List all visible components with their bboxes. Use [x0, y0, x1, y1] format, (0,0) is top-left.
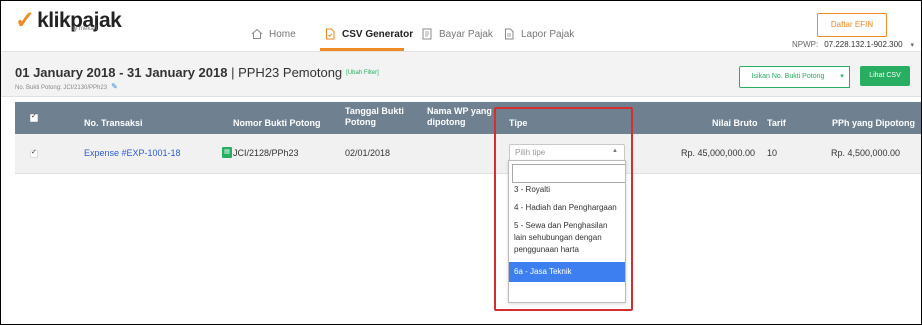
tipe-placeholder: Pilih tipe [515, 148, 546, 157]
page-title: 01 January 2018 - 31 January 2018 | PPH2… [15, 65, 379, 80]
report-header: 01 January 2018 - 31 January 2018 | PPH2… [1, 52, 921, 97]
option-partial[interactable] [509, 176, 625, 180]
nav-bayar-pajak[interactable]: Bayar Pajak [421, 28, 493, 40]
header-no-transaksi[interactable]: No. Transaksi [84, 118, 143, 129]
nav-bayar-pajak-label: Bayar Pajak [439, 28, 493, 40]
nilai-bruto-value: Rp. 45,000,000.00 [681, 148, 756, 158]
bayar-pajak-icon [422, 28, 432, 40]
checkmark-icon: ✓ [31, 113, 37, 120]
ubah-filter-link[interactable]: [Ubah Filter] [346, 70, 379, 76]
nav-home-label: Home [269, 28, 296, 40]
active-tab-indicator [320, 48, 404, 51]
tanggal-value: 02/01/2018 [345, 148, 391, 158]
isikan-no-bukti-button[interactable]: Isikan No. Bukti Potong [739, 66, 837, 88]
pph-value: Rp. 4,500,000.00 [831, 148, 901, 158]
lihat-csv-button[interactable]: Lihat CSV [860, 66, 910, 86]
option-hadiah[interactable]: 4 - Hadiah dan Penghargaan [509, 202, 625, 214]
tipe-options-list: 3 - Royalti 4 - Hadiah dan Penghargaan 5… [509, 182, 625, 282]
top-navbar: ✓ klikpajak by mekari Home CSV Generator… [1, 1, 921, 52]
option-jasa-teknik[interactable]: 6a - Jasa Teknik [509, 262, 625, 282]
lapor-pajak-icon [505, 28, 514, 40]
title-separator: | [227, 65, 239, 80]
logo-check-icon: ✓ [15, 7, 36, 34]
header-nama-wp[interactable]: Nama WP yang dipotong [427, 106, 497, 128]
document-icon[interactable]: ▤ [222, 147, 232, 158]
select-all-checkbox[interactable]: ✓ [30, 113, 38, 122]
caret-up-icon: ▲ [612, 148, 618, 154]
chevron-down-icon: ▾ [910, 42, 915, 49]
nav-csv-generator-label: CSV Generator [342, 28, 414, 40]
option-royalti[interactable]: 3 - Royalti [509, 184, 625, 196]
edit-pencil-icon[interactable]: ✎ [111, 82, 118, 91]
npwp-label: NPWP: [792, 40, 819, 49]
daftar-efin-button[interactable]: Daftar EFIN [817, 13, 887, 37]
table-row: ✓ Expense #EXP-1001-18 ▤ JCI/2128/PPh23 … [15, 134, 921, 174]
isikan-dropdown-toggle[interactable]: ▾ [835, 66, 850, 88]
header-tanggal[interactable]: Tanggal Bukti Potong [345, 106, 407, 128]
home-icon [251, 28, 263, 39]
transaction-link[interactable]: Expense #EXP-1001-18 [84, 148, 181, 158]
npwp-value: 07.228.132.1-902.300 [824, 40, 903, 49]
brand-logo[interactable]: ✓ klikpajak [15, 7, 122, 34]
nomor-bukti-value: JCI/2128/PPh23 [233, 148, 299, 158]
npwp-selector[interactable]: NPWP: 07.228.132.1-902.300 ▾ [792, 40, 914, 49]
header-nilai-bruto[interactable]: Nilai Bruto [712, 118, 758, 129]
header-tarif[interactable]: Tarif [767, 118, 786, 129]
header-nomor-bukti[interactable]: Nomor Bukti Potong [233, 118, 321, 129]
no-bukti-potong: No. Bukti Potong: JCI/2130/PPh23 ✎ [15, 82, 118, 91]
header-tipe[interactable]: Tipe [509, 118, 527, 129]
row-checkbox[interactable]: ✓ [30, 149, 38, 158]
form-type: PPH23 Pemotong [238, 65, 343, 80]
tarif-value: 10 [767, 148, 778, 158]
header-pph[interactable]: PPh yang Dipotong [832, 118, 915, 129]
nav-lapor-pajak[interactable]: Lapor Pajak [503, 28, 574, 40]
nav-lapor-pajak-label: Lapor Pajak [521, 28, 575, 40]
table-header: ✓ No. Transaksi Nomor Bukti Potong Tangg… [15, 102, 921, 134]
checkmark-icon: ✓ [31, 149, 37, 156]
period-range: 01 January 2018 - 31 January 2018 [15, 65, 228, 80]
brand-subtitle: by mekari [71, 26, 98, 32]
nav-home[interactable]: Home [251, 28, 296, 40]
tipe-dropdown-panel: 3 - Royalti 4 - Hadiah dan Penghargaan 5… [508, 160, 626, 303]
caret-down-icon: ▾ [840, 73, 844, 80]
csv-file-icon [325, 28, 335, 40]
option-sewa[interactable]: 5 - Sewa dan Penghasilan lain sehubungan… [509, 220, 625, 256]
no-bukti-text: No. Bukti Potong: JCI/2130/PPh23 [15, 85, 108, 91]
nav-csv-generator[interactable]: CSV Generator [324, 28, 413, 40]
tipe-search-input[interactable] [512, 164, 625, 183]
app-window: ✓ klikpajak by mekari Home CSV Generator… [0, 0, 922, 325]
